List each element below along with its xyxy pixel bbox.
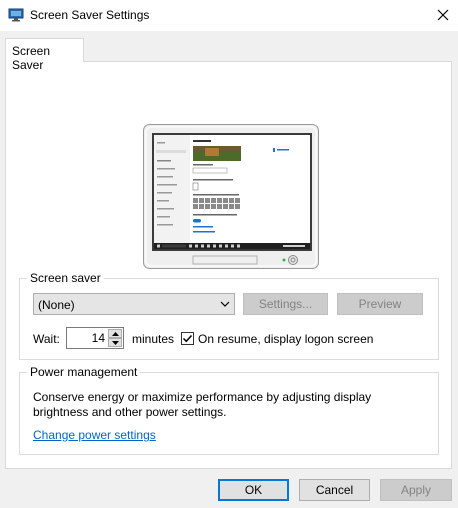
screen-saver-group: Screen saver (None) Settings... Preview … xyxy=(19,271,439,360)
apply-button[interactable]: Apply xyxy=(380,479,452,501)
screen-saver-group-label: Screen saver xyxy=(27,271,104,285)
settings-button[interactable]: Settings... xyxy=(243,293,328,315)
screen-saver-selected-value: (None) xyxy=(38,298,75,312)
screen-saver-app-icon xyxy=(8,8,24,22)
ok-button[interactable]: OK xyxy=(218,479,289,501)
wait-label: Wait: xyxy=(33,332,60,346)
decrement-button[interactable] xyxy=(108,338,122,347)
monitor-preview xyxy=(143,124,319,269)
window-title: Screen Saver Settings xyxy=(30,8,150,22)
chevron-down-icon xyxy=(220,301,230,307)
close-icon xyxy=(437,9,449,21)
minutes-label: minutes xyxy=(132,332,175,346)
wait-value: 14 xyxy=(91,331,105,345)
power-description-line1: Conserve energy or maximize performance … xyxy=(33,390,372,404)
power-management-group-label: Power management xyxy=(27,365,141,379)
resume-logon-checkbox[interactable] xyxy=(181,332,194,345)
dialog-client-area: Screen Saver Screen saver (None) Setting… xyxy=(0,31,458,508)
power-management-group: Power management Conserve energy or maxi… xyxy=(19,365,439,455)
resume-logon-label[interactable]: On resume, display logon screen xyxy=(198,332,373,346)
change-power-settings-link[interactable]: Change power settings xyxy=(33,428,156,442)
tab-panel: Screen saver (None) Settings... Preview … xyxy=(5,61,452,469)
cancel-button[interactable]: Cancel xyxy=(299,479,370,501)
tab-label: Screen Saver xyxy=(12,44,51,72)
chevron-down-icon xyxy=(111,340,119,345)
close-button[interactable] xyxy=(428,0,458,30)
title-bar: Screen Saver Settings xyxy=(0,0,458,31)
spin-buttons xyxy=(108,329,122,347)
wait-minutes-stepper[interactable]: 14 xyxy=(66,327,124,349)
power-description-line2: brightness and other power settings. xyxy=(33,405,227,419)
checkmark-icon xyxy=(182,334,193,343)
tab-screen-saver[interactable]: Screen Saver xyxy=(5,38,84,72)
chevron-up-icon xyxy=(111,331,119,336)
screen-saver-select[interactable]: (None) xyxy=(33,293,235,315)
increment-button[interactable] xyxy=(108,329,122,338)
preview-button[interactable]: Preview xyxy=(337,293,423,315)
